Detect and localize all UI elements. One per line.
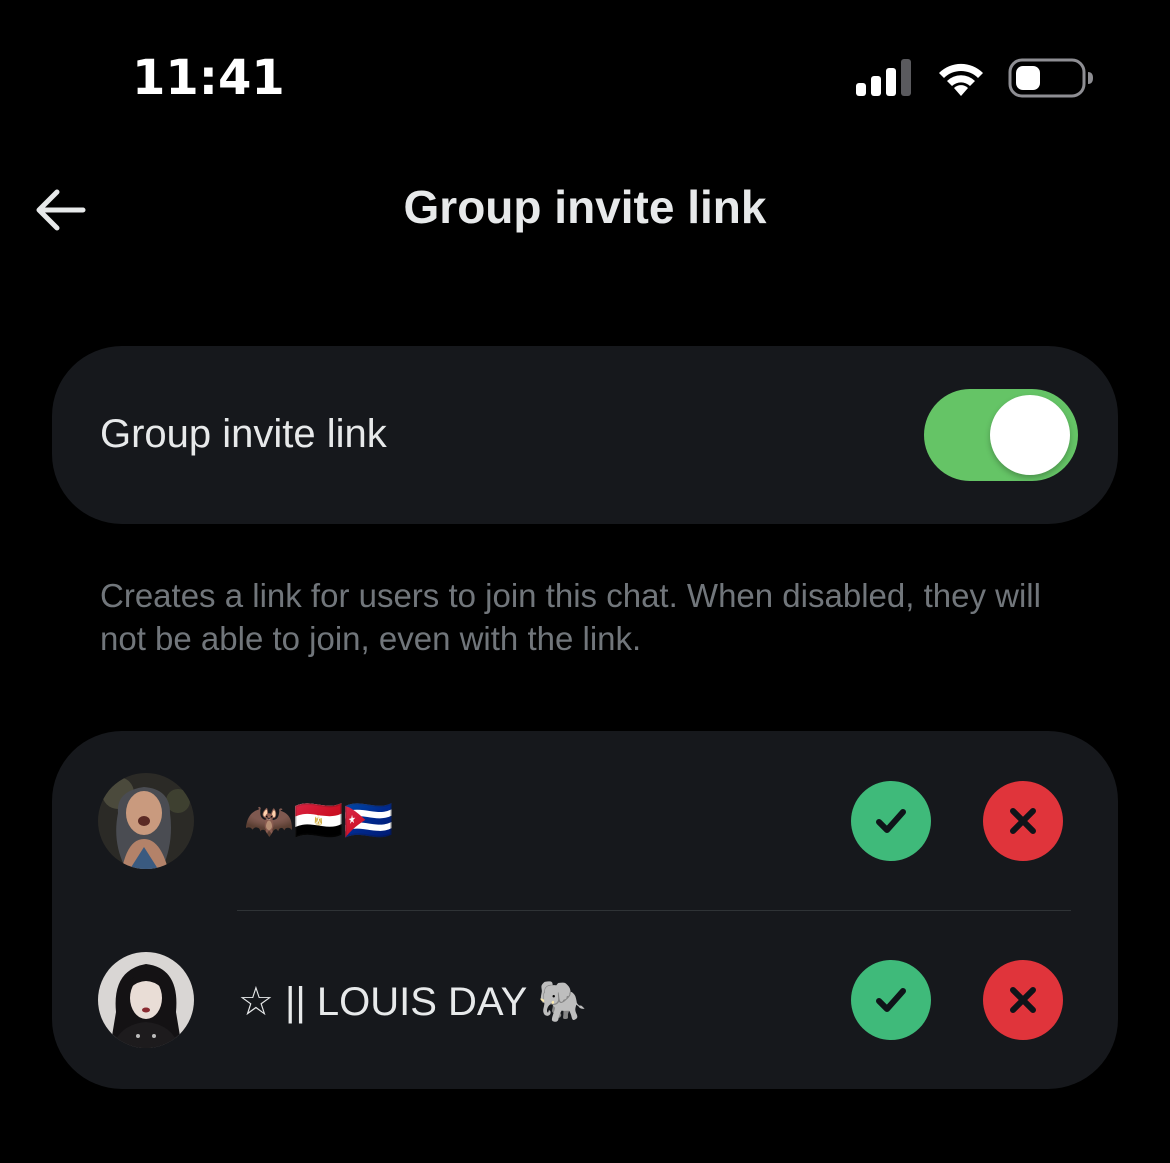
decline-button[interactable]	[983, 960, 1063, 1040]
join-requests-list: 🦇🇪🇬🇨🇺 ☆ || LOUIS DAY 🐘	[52, 731, 1118, 1089]
nav-header: Group invite link	[0, 160, 1170, 260]
list-item: 🦇🇪🇬🇨🇺	[52, 731, 1118, 910]
avatar[interactable]	[98, 952, 194, 1048]
avatar[interactable]	[98, 773, 194, 869]
request-user-name: ☆ || LOUIS DAY 🐘	[238, 980, 588, 1024]
approve-button[interactable]	[851, 960, 931, 1040]
approve-button[interactable]	[851, 781, 931, 861]
invite-link-toggle[interactable]	[924, 389, 1078, 481]
status-time: 11:41	[132, 50, 285, 106]
request-user-name: 🦇🇪🇬🇨🇺	[244, 799, 394, 843]
checkmark-icon	[876, 809, 906, 833]
toggle-label: Group invite link	[100, 412, 387, 456]
toggle-description: Creates a link for users to join this ch…	[100, 577, 1041, 657]
list-item: ☆ || LOUIS DAY 🐘	[52, 910, 1118, 1089]
cellular-signal-icon	[856, 59, 911, 96]
user-avatar-image	[98, 952, 194, 1048]
user-avatar-image	[98, 773, 194, 869]
screen: 11:41 Group invite link Group invite lin…	[0, 0, 1170, 1163]
x-mark-icon	[1010, 987, 1036, 1013]
decline-button[interactable]	[983, 781, 1063, 861]
page-title: Group invite link	[403, 181, 767, 233]
status-bar: 11:41	[0, 0, 1170, 150]
battery-low-icon	[1008, 58, 1093, 98]
invite-link-toggle-row: Group invite link	[52, 346, 1118, 524]
checkmark-icon	[876, 988, 906, 1012]
toggle-knob	[990, 395, 1070, 475]
wifi-icon	[939, 63, 983, 96]
x-mark-icon	[1010, 808, 1036, 834]
